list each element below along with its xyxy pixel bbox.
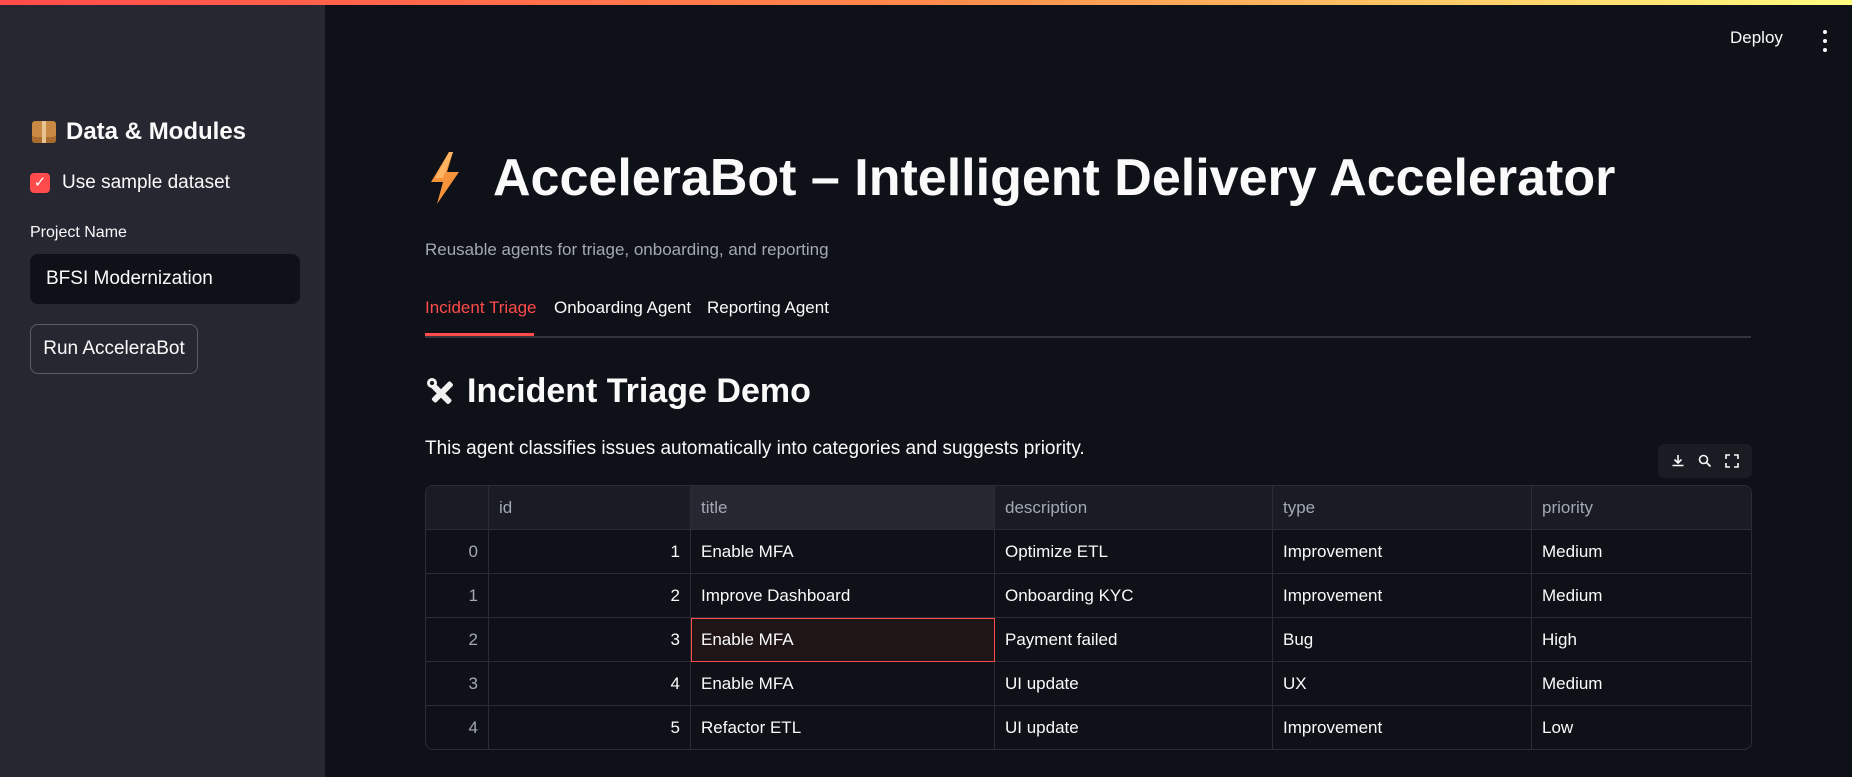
table-row: 0 1 Enable MFA Optimize ETL Improvement …: [426, 530, 1751, 574]
checkbox-label: Use sample dataset: [62, 172, 230, 193]
column-header-index: [426, 486, 489, 530]
cell-type[interactable]: Improvement: [1273, 574, 1532, 618]
row-index: 4: [426, 706, 489, 749]
row-index: 2: [426, 618, 489, 662]
row-index: 1: [426, 574, 489, 618]
data-table[interactable]: id title description type priority 0 1 E…: [425, 485, 1752, 750]
lightning-icon: [431, 152, 459, 204]
package-icon: [32, 121, 56, 143]
cell-priority[interactable]: Medium: [1532, 662, 1751, 706]
tab-incident-triage[interactable]: Incident Triage: [425, 298, 537, 318]
search-icon[interactable]: [1697, 453, 1713, 469]
run-accelerabot-button[interactable]: Run AcceleraBot: [30, 324, 198, 374]
cell-description[interactable]: Payment failed: [995, 618, 1273, 662]
fullscreen-icon[interactable]: [1724, 453, 1740, 469]
download-icon[interactable]: [1670, 453, 1686, 469]
column-header-id[interactable]: id: [489, 486, 691, 530]
cell-type[interactable]: Improvement: [1273, 530, 1532, 574]
cell-id[interactable]: 1: [489, 530, 691, 574]
project-name-input[interactable]: BFSI Modernization: [30, 254, 300, 304]
table-row: 4 5 Refactor ETL UI update Improvement L…: [426, 706, 1751, 749]
column-header-priority[interactable]: priority: [1532, 486, 1751, 530]
deploy-button[interactable]: Deploy: [1730, 28, 1783, 48]
cell-description[interactable]: Optimize ETL: [995, 530, 1273, 574]
use-sample-dataset-checkbox[interactable]: ✓ Use sample dataset: [30, 172, 230, 194]
tab-onboarding-agent[interactable]: Onboarding Agent: [554, 298, 691, 318]
page-title: AcceleraBot – Intelligent Delivery Accel…: [425, 148, 1615, 208]
column-header-description[interactable]: description: [995, 486, 1273, 530]
section-title: Incident Triage Demo: [425, 372, 811, 411]
project-name-label: Project Name: [30, 224, 127, 241]
page-title-text: AcceleraBot – Intelligent Delivery Accel…: [493, 149, 1616, 207]
cell-title[interactable]: Enable MFA: [691, 530, 995, 574]
sidebar: Data & Modules ✓ Use sample dataset Proj…: [0, 0, 325, 777]
row-index: 0: [426, 530, 489, 574]
table-row: 1 2 Improve Dashboard Onboarding KYC Imp…: [426, 574, 1751, 618]
cell-id[interactable]: 2: [489, 574, 691, 618]
table-row: 2 3 Enable MFA Payment failed Bug High: [426, 618, 1751, 662]
section-description: This agent classifies issues automatical…: [425, 438, 1085, 459]
table-row: 3 4 Enable MFA UI update UX Medium: [426, 662, 1751, 706]
cell-type[interactable]: Bug: [1273, 618, 1532, 662]
dataframe-toolbar: [1658, 444, 1752, 478]
active-tab-indicator: [425, 333, 534, 336]
cell-title[interactable]: Refactor ETL: [691, 706, 995, 749]
project-name-value: BFSI Modernization: [46, 268, 213, 289]
tab-bar: Incident Triage Onboarding Agent Reporti…: [425, 290, 1751, 338]
column-header-type[interactable]: type: [1273, 486, 1532, 530]
cell-title-selected[interactable]: Enable MFA: [691, 618, 995, 662]
cell-type[interactable]: Improvement: [1273, 706, 1532, 749]
page-caption: Reusable agents for triage, onboarding, …: [425, 240, 829, 259]
checkmark-icon[interactable]: ✓: [30, 173, 50, 193]
cell-type[interactable]: UX: [1273, 662, 1532, 706]
cell-priority[interactable]: Medium: [1532, 574, 1751, 618]
sidebar-header: Data & Modules: [32, 118, 246, 146]
top-decoration-line: [0, 0, 1852, 5]
row-index: 3: [426, 662, 489, 706]
cell-title[interactable]: Improve Dashboard: [691, 574, 995, 618]
tools-icon: [427, 377, 453, 404]
cell-priority[interactable]: High: [1532, 618, 1751, 662]
table-header-row: id title description type priority: [426, 486, 1751, 530]
cell-id[interactable]: 3: [489, 618, 691, 662]
cell-priority[interactable]: Low: [1532, 706, 1751, 749]
column-header-title[interactable]: title: [691, 486, 995, 530]
cell-id[interactable]: 4: [489, 662, 691, 706]
cell-priority[interactable]: Medium: [1532, 530, 1751, 574]
section-title-text: Incident Triage Demo: [467, 372, 811, 410]
cell-title[interactable]: Enable MFA: [691, 662, 995, 706]
tab-reporting-agent[interactable]: Reporting Agent: [707, 298, 829, 318]
cell-description[interactable]: UI update: [995, 706, 1273, 749]
cell-id[interactable]: 5: [489, 706, 691, 749]
main-menu-icon[interactable]: [1820, 30, 1830, 52]
cell-description[interactable]: Onboarding KYC: [995, 574, 1273, 618]
sidebar-header-label: Data & Modules: [66, 118, 247, 145]
cell-description[interactable]: UI update: [995, 662, 1273, 706]
